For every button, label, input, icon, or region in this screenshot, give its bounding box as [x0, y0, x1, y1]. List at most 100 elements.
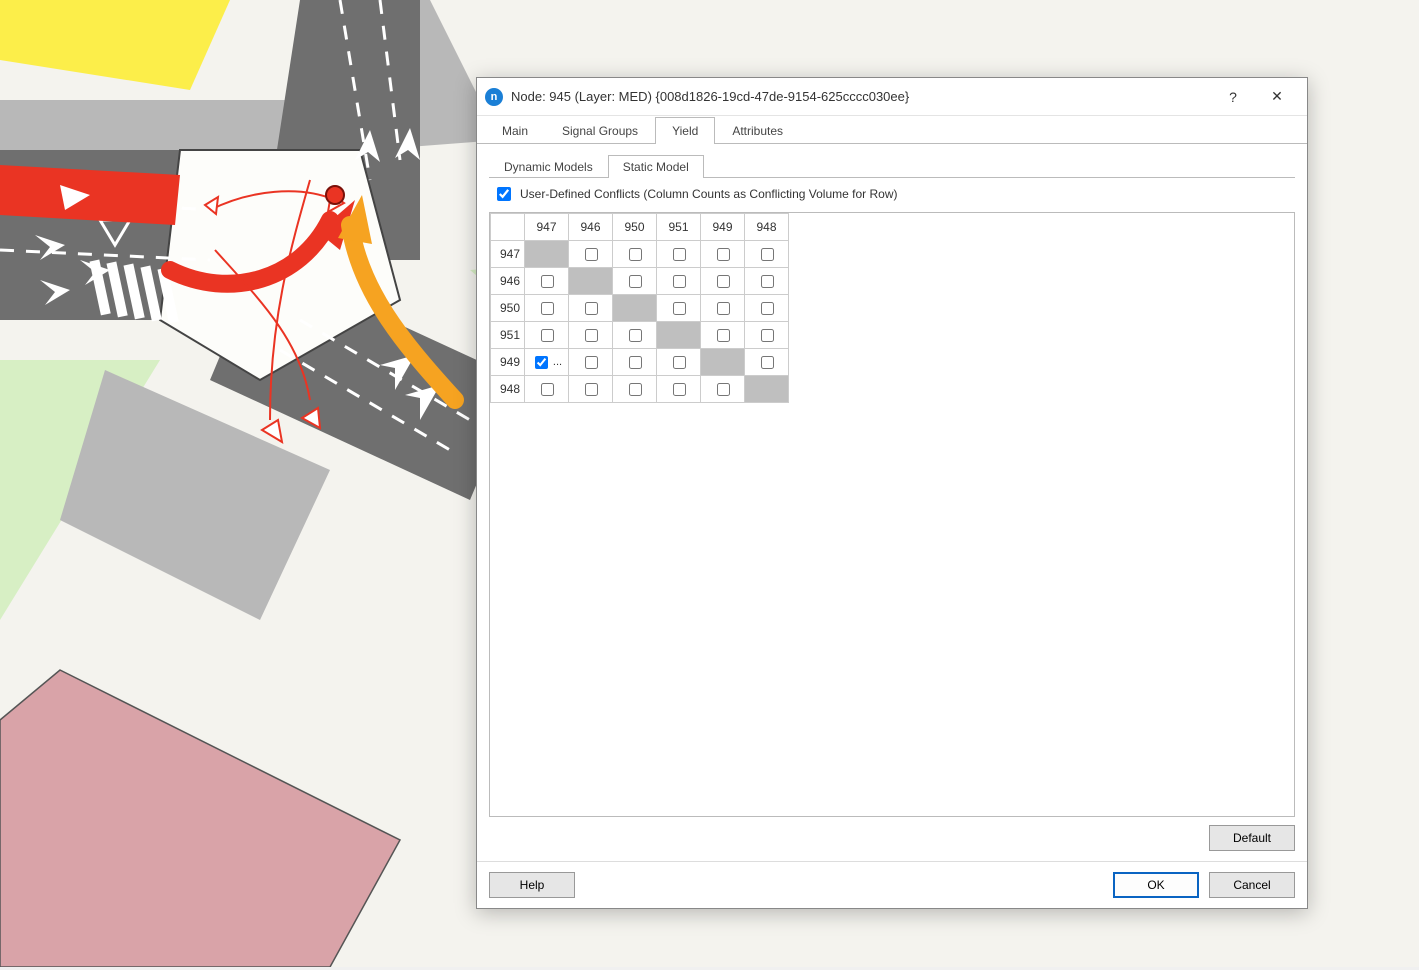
matrix-cell[interactable]: [613, 349, 657, 376]
matrix-cell-checkbox[interactable]: [673, 302, 686, 315]
matrix-cell[interactable]: [613, 322, 657, 349]
cancel-button[interactable]: Cancel: [1209, 872, 1295, 898]
matrix-cell-checkbox[interactable]: [585, 302, 598, 315]
matrix-cell: [657, 322, 701, 349]
matrix-cell[interactable]: [613, 241, 657, 268]
tabs-outer: Main Signal Groups Yield Attributes: [477, 116, 1307, 144]
matrix-cell-checkbox[interactable]: [585, 248, 598, 261]
matrix-cell[interactable]: [525, 322, 569, 349]
tab-main[interactable]: Main: [485, 117, 545, 144]
matrix-row-header: 947: [491, 241, 525, 268]
matrix-cell[interactable]: [657, 349, 701, 376]
tab-yield[interactable]: Yield: [655, 117, 715, 144]
matrix-col-header: 950: [613, 214, 657, 241]
matrix-cell[interactable]: [613, 268, 657, 295]
matrix-cell[interactable]: [525, 268, 569, 295]
matrix-col-header: 947: [525, 214, 569, 241]
conflict-matrix: 947946950951949948947946950951949...948: [490, 213, 789, 403]
ok-button[interactable]: OK: [1113, 872, 1199, 898]
matrix-row-header: 949: [491, 349, 525, 376]
matrix-cell-checkbox[interactable]: [673, 383, 686, 396]
matrix-cell[interactable]: [701, 322, 745, 349]
matrix-cell-checkbox[interactable]: [673, 248, 686, 261]
matrix-cell[interactable]: [745, 349, 789, 376]
matrix-cell-checkbox[interactable]: [541, 383, 554, 396]
tab-static-model[interactable]: Static Model: [608, 155, 704, 178]
matrix-cell-checkbox[interactable]: [541, 329, 554, 342]
matrix-cell-checkbox[interactable]: [673, 356, 686, 369]
app-icon: n: [485, 88, 503, 106]
matrix-cell[interactable]: [657, 295, 701, 322]
matrix-cell[interactable]: [569, 295, 613, 322]
tab-attributes[interactable]: Attributes: [715, 117, 800, 144]
user-defined-conflicts-row: User-Defined Conflicts (Column Counts as…: [489, 178, 1295, 212]
matrix-cell-checkbox[interactable]: [717, 302, 730, 315]
user-defined-conflicts-checkbox[interactable]: [497, 187, 511, 201]
matrix-cell-checkbox[interactable]: [629, 383, 642, 396]
matrix-cell[interactable]: [745, 295, 789, 322]
matrix-corner: [491, 214, 525, 241]
matrix-cell[interactable]: [745, 322, 789, 349]
matrix-cell-checkbox[interactable]: [585, 383, 598, 396]
matrix-cell-checkbox[interactable]: [585, 329, 598, 342]
tab-dynamic-models[interactable]: Dynamic Models: [489, 155, 608, 178]
matrix-cell: [525, 241, 569, 268]
matrix-cell-checkbox[interactable]: [629, 275, 642, 288]
matrix-cell-checkbox[interactable]: [717, 248, 730, 261]
user-defined-conflicts-label: User-Defined Conflicts (Column Counts as…: [520, 187, 897, 201]
matrix-cell[interactable]: [657, 268, 701, 295]
matrix-cell-checkbox[interactable]: [629, 356, 642, 369]
matrix-col-header: 949: [701, 214, 745, 241]
matrix-cell[interactable]: [657, 376, 701, 403]
matrix-cell: [569, 268, 613, 295]
matrix-cell-checkbox[interactable]: [673, 275, 686, 288]
matrix-cell-checkbox[interactable]: [541, 302, 554, 315]
matrix-cell-checkbox[interactable]: [535, 356, 548, 369]
tab-signal-groups[interactable]: Signal Groups: [545, 117, 655, 144]
titlebar: n Node: 945 (Layer: MED) {008d1826-19cd-…: [477, 78, 1307, 116]
matrix-cell-checkbox[interactable]: [629, 248, 642, 261]
matrix-cell[interactable]: [569, 376, 613, 403]
matrix-cell[interactable]: ...: [525, 349, 569, 376]
matrix-row-header: 948: [491, 376, 525, 403]
button-bar: Help OK Cancel: [477, 861, 1307, 908]
matrix-cell: [613, 295, 657, 322]
matrix-cell[interactable]: [701, 268, 745, 295]
matrix-cell-checkbox[interactable]: [761, 356, 774, 369]
conflict-matrix-container: 947946950951949948947946950951949...948: [489, 212, 1295, 817]
matrix-cell-checkbox[interactable]: [629, 329, 642, 342]
matrix-cell-checkbox[interactable]: [717, 329, 730, 342]
matrix-cell-checkbox[interactable]: [761, 275, 774, 288]
dialog-title: Node: 945 (Layer: MED) {008d1826-19cd-47…: [511, 89, 1211, 104]
matrix-cell-checkbox[interactable]: [717, 275, 730, 288]
default-button[interactable]: Default: [1209, 825, 1295, 851]
matrix-cell[interactable]: [745, 268, 789, 295]
matrix-cell[interactable]: [525, 295, 569, 322]
matrix-cell-suffix: ...: [553, 356, 562, 368]
matrix-cell: [745, 376, 789, 403]
matrix-cell[interactable]: [745, 241, 789, 268]
matrix-cell-checkbox[interactable]: [717, 383, 730, 396]
matrix-cell[interactable]: [569, 322, 613, 349]
matrix-cell[interactable]: [613, 376, 657, 403]
matrix-cell[interactable]: [701, 241, 745, 268]
matrix-cell[interactable]: [525, 376, 569, 403]
matrix-col-header: 946: [569, 214, 613, 241]
matrix-col-header: 948: [745, 214, 789, 241]
matrix-cell[interactable]: [569, 241, 613, 268]
matrix-cell: [701, 349, 745, 376]
matrix-cell[interactable]: [569, 349, 613, 376]
matrix-row-header: 951: [491, 322, 525, 349]
matrix-cell-checkbox[interactable]: [761, 302, 774, 315]
matrix-cell-checkbox[interactable]: [761, 329, 774, 342]
matrix-cell[interactable]: [701, 376, 745, 403]
close-icon[interactable]: ✕: [1255, 82, 1299, 112]
matrix-cell[interactable]: [701, 295, 745, 322]
matrix-cell-checkbox[interactable]: [585, 356, 598, 369]
help-icon[interactable]: ?: [1211, 82, 1255, 112]
matrix-cell-checkbox[interactable]: [761, 248, 774, 261]
matrix-col-header: 951: [657, 214, 701, 241]
help-button[interactable]: Help: [489, 872, 575, 898]
matrix-cell[interactable]: [657, 241, 701, 268]
matrix-cell-checkbox[interactable]: [541, 275, 554, 288]
